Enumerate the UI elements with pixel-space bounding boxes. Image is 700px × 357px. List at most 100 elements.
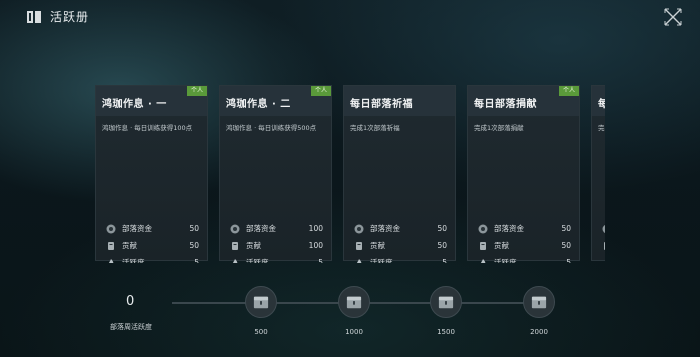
gear-icon bbox=[106, 224, 116, 234]
close-icon[interactable] bbox=[662, 6, 684, 28]
task-card-header: 鸿珈作息 · 一 个人 bbox=[96, 86, 207, 116]
task-card[interactable]: 鸿珈作息 · 二 个人鸿珈作息 · 每日训练获得500点部落资金 100 贡献 100 活… bbox=[219, 85, 332, 263]
reward-row: 贡献 50 bbox=[354, 237, 447, 254]
reward-row: 贡献 50 bbox=[106, 237, 199, 254]
task-card[interactable]: 每日部落祈福 完成1次部落祈福部落资金 50 贡献 50 活跃度 5 bbox=[343, 85, 456, 263]
reward-label: 部落资金 bbox=[494, 224, 524, 233]
reward-chest[interactable]: 1000 bbox=[338, 286, 370, 336]
task-card-title: 每日部落捐献 bbox=[474, 99, 537, 110]
reward-value: 5 bbox=[566, 258, 571, 263]
flame-icon bbox=[478, 258, 488, 263]
task-card-title: 鸿珈作息 · 一 bbox=[102, 99, 167, 110]
reward-value: 50 bbox=[561, 241, 571, 250]
reward-label: 活跃度 bbox=[122, 258, 145, 263]
reward-value: 100 bbox=[308, 241, 323, 250]
chest-icon bbox=[430, 286, 462, 318]
task-card-rewards: 部落资金 100 贡献 100 活跃度 5 bbox=[220, 214, 331, 263]
reward-row: 部落资金 50 bbox=[478, 220, 571, 237]
chest-icon bbox=[245, 286, 277, 318]
task-card-header: 每日部落祈福 bbox=[344, 86, 455, 116]
task-card-header: 每日部落捐献 个人 bbox=[468, 86, 579, 116]
gear-icon bbox=[354, 224, 364, 234]
task-card[interactable]: 每完 bbox=[591, 85, 605, 263]
reward-row: 贡献 50 bbox=[478, 237, 571, 254]
reward-label: 贡献 bbox=[246, 241, 261, 250]
reward-row: 活跃度 5 bbox=[478, 254, 571, 263]
flame-icon bbox=[106, 258, 116, 263]
reward-row: 部落资金 50 bbox=[106, 220, 199, 237]
chest-icon bbox=[523, 286, 555, 318]
bag-icon bbox=[106, 241, 116, 251]
header: 活跃册 bbox=[26, 8, 89, 25]
reward-label: 活跃度 bbox=[370, 258, 393, 263]
reward-value: 100 bbox=[308, 224, 323, 233]
task-card[interactable]: 鸿珈作息 · 一 个人鸿珈作息 · 每日训练获得100点部落资金 50 贡献 50 活跃度… bbox=[95, 85, 208, 263]
gear-icon bbox=[478, 224, 488, 234]
reward-row: 活跃度 5 bbox=[230, 254, 323, 263]
task-card-description: 完成1次部落捐献 bbox=[474, 124, 524, 132]
chest-icon bbox=[338, 286, 370, 318]
reward-label: 部落资金 bbox=[246, 224, 276, 233]
activity-points-label: 部落周活跃度 bbox=[110, 323, 152, 331]
reward-row: 部落资金 50 bbox=[354, 220, 447, 237]
task-card-description: 鸿珈作息 · 每日训练获得500点 bbox=[226, 124, 317, 132]
task-card-description: 完 bbox=[598, 124, 605, 132]
task-card-rewards: 部落资金 50 贡献 50 活跃度 5 bbox=[344, 214, 455, 263]
flame-icon bbox=[230, 258, 240, 263]
reward-chest[interactable]: 1500 bbox=[430, 286, 462, 336]
task-card-rewards bbox=[592, 214, 605, 263]
reward-value: 50 bbox=[561, 224, 571, 233]
reward-value: 5 bbox=[194, 258, 199, 263]
reward-value: 50 bbox=[437, 241, 447, 250]
task-card-title: 鸿珈作息 · 二 bbox=[226, 99, 291, 110]
gear-icon bbox=[230, 224, 240, 234]
milestone-value: 2000 bbox=[530, 328, 548, 336]
milestone-value: 1000 bbox=[345, 328, 363, 336]
bag-icon bbox=[602, 241, 605, 251]
reward-chest[interactable]: 2000 bbox=[523, 286, 555, 336]
reward-row bbox=[602, 254, 605, 263]
task-card[interactable]: 每日部落捐献 个人完成1次部落捐献部落资金 50 贡献 50 活跃度 5 bbox=[467, 85, 580, 263]
flame-icon bbox=[602, 258, 605, 263]
reward-label: 贡献 bbox=[122, 241, 137, 250]
page-title: 活跃册 bbox=[50, 10, 90, 24]
task-card-header: 每 bbox=[592, 86, 605, 116]
bag-icon bbox=[354, 241, 364, 251]
bag-icon bbox=[230, 241, 240, 251]
milestone-value: 1500 bbox=[437, 328, 455, 336]
task-card-description: 鸿珈作息 · 每日训练获得100点 bbox=[102, 124, 193, 132]
reward-label: 贡献 bbox=[494, 241, 509, 250]
task-card-description: 完成1次部落祈福 bbox=[350, 124, 400, 132]
task-card-title: 每日部落祈福 bbox=[350, 99, 413, 110]
milestone-value: 500 bbox=[254, 328, 268, 336]
personal-tag: 个人 bbox=[186, 86, 207, 96]
task-card-rewards: 部落资金 50 贡献 50 活跃度 5 bbox=[96, 214, 207, 263]
bag-icon bbox=[478, 241, 488, 251]
book-icon bbox=[27, 10, 41, 23]
reward-row bbox=[602, 220, 605, 237]
reward-label: 活跃度 bbox=[494, 258, 517, 263]
reward-row: 部落资金 100 bbox=[230, 220, 323, 237]
reward-label: 部落资金 bbox=[122, 224, 152, 233]
flame-icon bbox=[354, 258, 364, 263]
reward-chest[interactable]: 500 bbox=[245, 286, 277, 336]
reward-value: 5 bbox=[442, 258, 447, 263]
task-card-list[interactable]: 鸿珈作息 · 一 个人鸿珈作息 · 每日训练获得100点部落资金 50 贡献 50 活跃度… bbox=[95, 85, 605, 263]
reward-label: 活跃度 bbox=[246, 258, 269, 263]
reward-row: 贡献 100 bbox=[230, 237, 323, 254]
task-card-title: 每 bbox=[598, 99, 605, 110]
reward-row: 活跃度 5 bbox=[354, 254, 447, 263]
reward-value: 50 bbox=[189, 241, 199, 250]
reward-value: 50 bbox=[189, 224, 199, 233]
reward-row bbox=[602, 237, 605, 254]
personal-tag: 个人 bbox=[558, 86, 579, 96]
reward-value: 50 bbox=[437, 224, 447, 233]
reward-value: 5 bbox=[318, 258, 323, 263]
reward-label: 部落资金 bbox=[370, 224, 400, 233]
personal-tag: 个人 bbox=[310, 86, 331, 96]
task-card-rewards: 部落资金 50 贡献 50 活跃度 5 bbox=[468, 214, 579, 263]
activity-points: 0 bbox=[126, 294, 135, 309]
gear-icon bbox=[602, 224, 605, 234]
reward-label: 贡献 bbox=[370, 241, 385, 250]
task-card-header: 鸿珈作息 · 二 个人 bbox=[220, 86, 331, 116]
